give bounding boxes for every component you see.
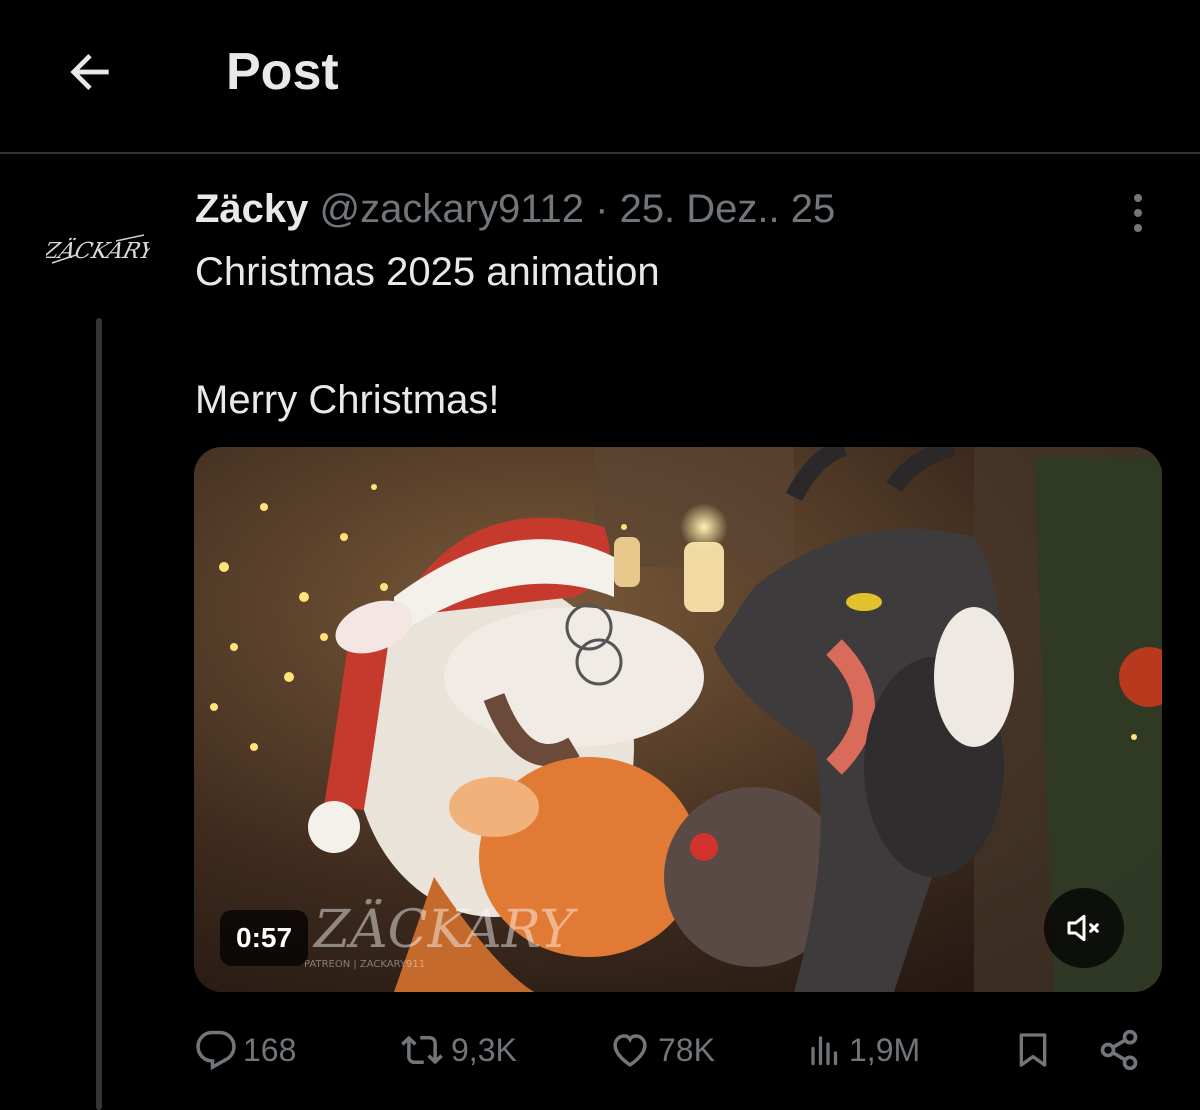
back-button[interactable] — [58, 40, 122, 104]
video-watermark-sub: PATREON | ZACKARY911 — [304, 959, 425, 970]
views-button[interactable]: 1,9M — [807, 1020, 920, 1080]
repost-icon — [401, 1035, 443, 1065]
video-thumbnail: ZÄCKARY PATREON | ZACKARY911 — [194, 447, 1162, 992]
separator-dot: · — [595, 187, 609, 231]
tweet-text-line-1: Christmas 2025 animation — [195, 250, 660, 294]
heart-icon — [613, 1034, 647, 1067]
top-bar: Post — [0, 0, 1200, 154]
share-icon — [1100, 1029, 1138, 1071]
view-count: 1,9M — [849, 1031, 921, 1068]
reply-button[interactable]: 168 — [195, 1020, 296, 1080]
arrow-left-icon — [70, 54, 109, 90]
share-button[interactable] — [1097, 1020, 1141, 1080]
like-count: 78K — [658, 1031, 715, 1068]
video-watermark: ZÄCKARY — [312, 899, 578, 960]
action-bar: 168 9,3K 78K 1,9M — [195, 1020, 1155, 1080]
video-player[interactable]: ZÄCKARY PATREON | ZACKARY911 — [194, 447, 1162, 992]
repost-count: 9,3K — [451, 1031, 517, 1068]
more-vertical-icon — [1134, 194, 1142, 202]
page-title: Post — [226, 43, 339, 101]
like-button[interactable]: 78K — [608, 1020, 715, 1080]
mute-button[interactable] — [1044, 888, 1124, 968]
video-duration-badge: 0:57 — [220, 910, 309, 966]
author-display-name[interactable]: Zäcky — [195, 187, 308, 231]
author-handle[interactable]: @zackary9112 — [320, 187, 584, 231]
reply-count: 168 — [243, 1031, 297, 1068]
bookmark-button[interactable] — [1013, 1020, 1053, 1080]
avatar-logo: ZÄCKARY — [46, 234, 150, 264]
thread-line — [96, 318, 102, 1110]
repost-button[interactable]: 9,3K — [399, 1020, 517, 1080]
more-options-button[interactable] — [1118, 188, 1158, 238]
tweet-header: Zäcky @zackary9112 · 25. Dez.. 25 — [195, 184, 835, 234]
avatar[interactable]: ZÄCKARY — [46, 218, 150, 282]
views-icon — [811, 1036, 838, 1066]
bookmark-icon — [1019, 1033, 1047, 1067]
post-date[interactable]: 25. Dez.. 25 — [620, 187, 836, 231]
reply-icon — [196, 1030, 236, 1071]
tweet-text-line-2: Merry Christmas! — [195, 378, 500, 422]
volume-muted-icon — [1067, 914, 1099, 942]
